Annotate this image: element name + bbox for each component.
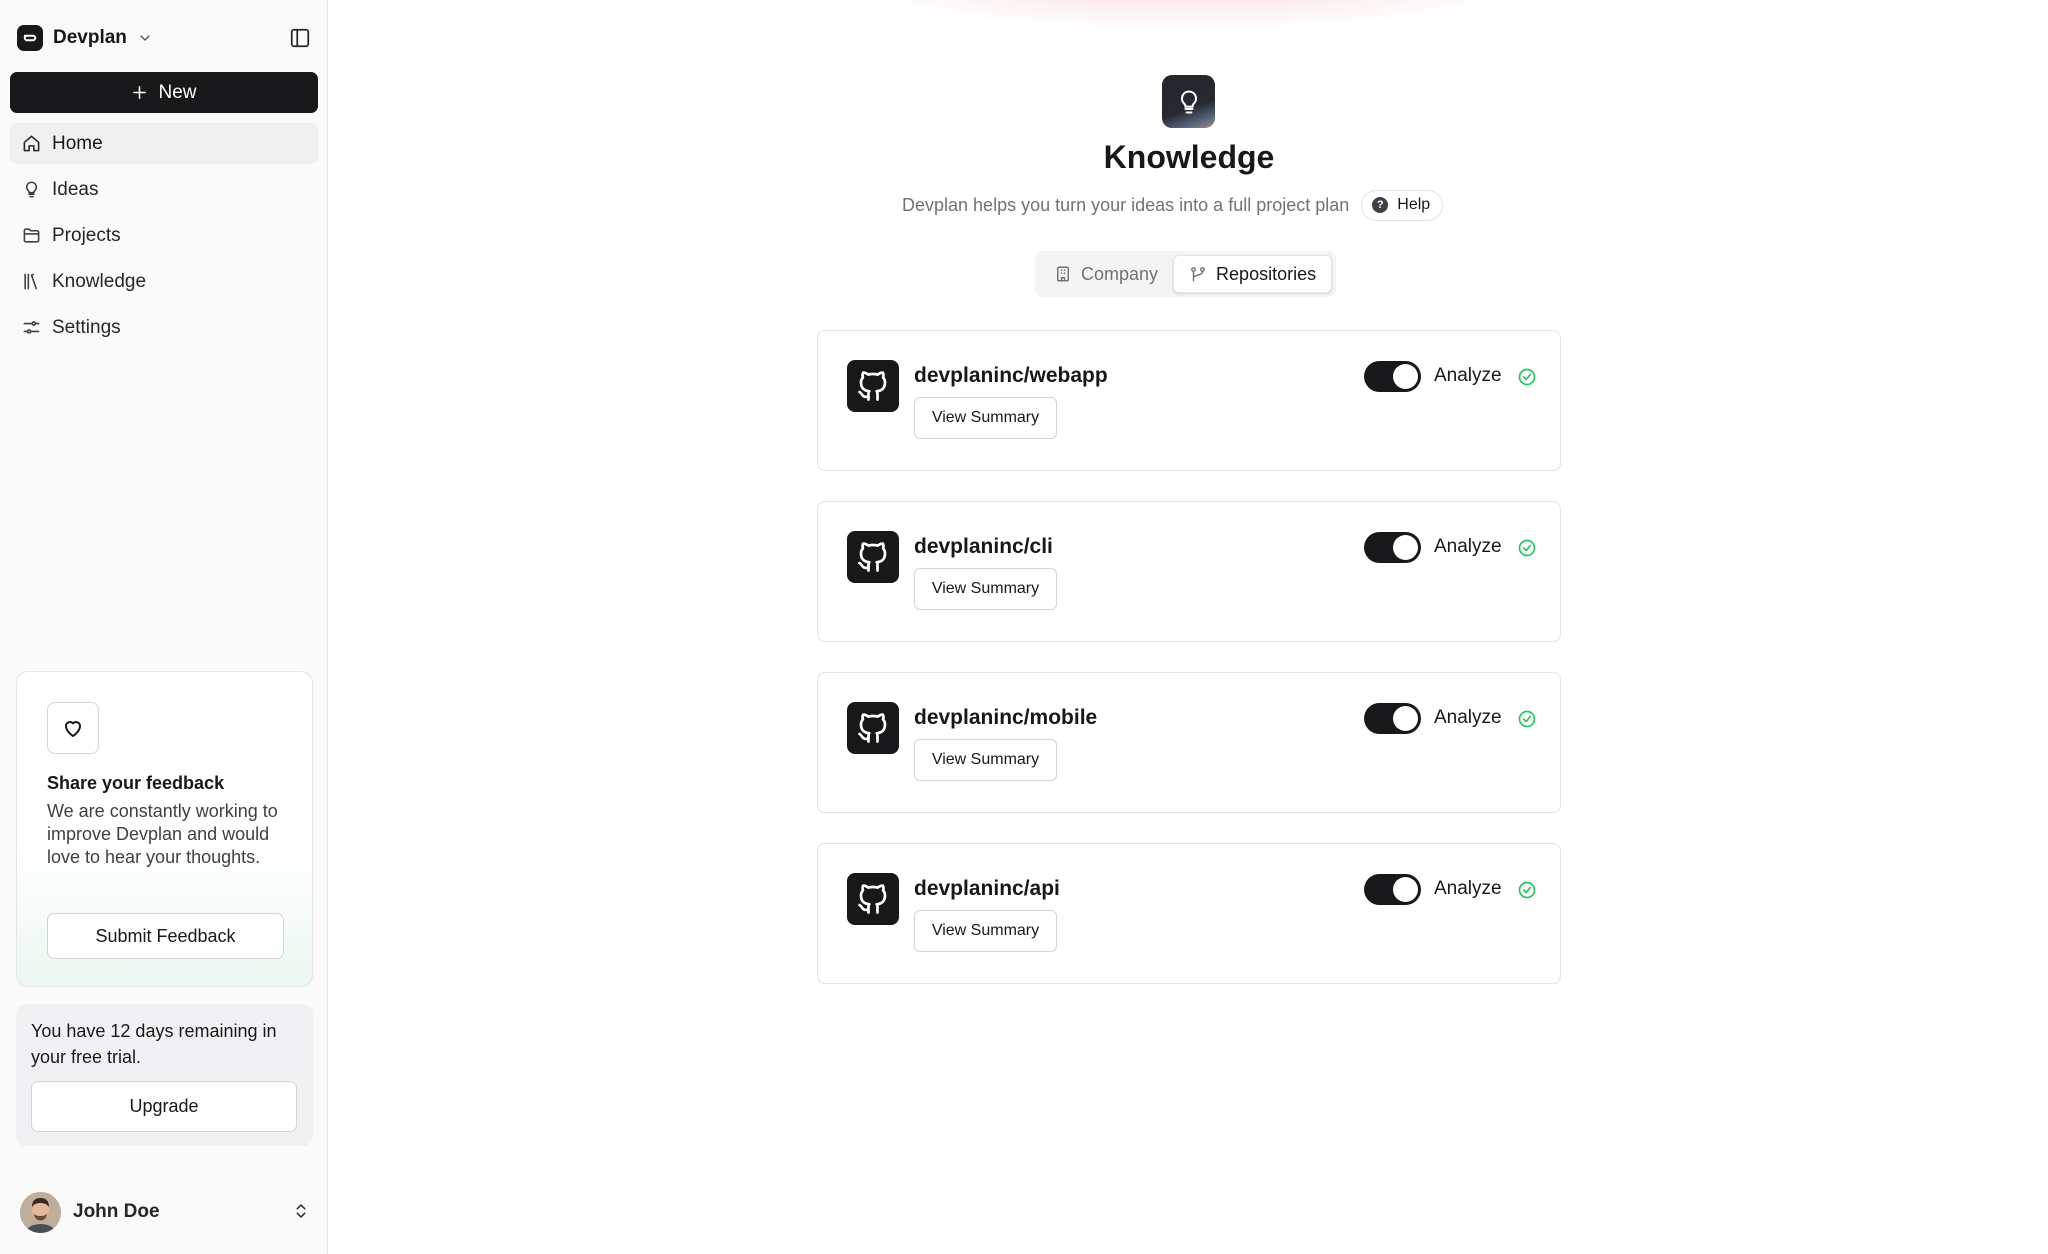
- library-icon: [21, 272, 41, 292]
- analyze-label: Analyze: [1434, 707, 1502, 728]
- settings-sliders-icon: [21, 318, 41, 338]
- plus-icon: [131, 84, 148, 101]
- page-subtitle: Devplan helps you turn your ideas into a…: [902, 194, 1350, 215]
- github-icon: [847, 531, 899, 583]
- workspace-name: Devplan: [53, 27, 127, 48]
- user-menu[interactable]: John Doe: [20, 1191, 310, 1233]
- workspace-switcher[interactable]: Devplan: [17, 24, 153, 52]
- lightbulb-icon: [21, 180, 41, 200]
- check-circle-icon: [1517, 367, 1537, 387]
- subtitle-row: Devplan helps you turn your ideas into a…: [902, 189, 1444, 221]
- submit-feedback-button[interactable]: Submit Feedback: [47, 913, 284, 959]
- home-icon: [21, 134, 41, 154]
- view-summary-button[interactable]: View Summary: [914, 568, 1057, 610]
- github-icon: [847, 873, 899, 925]
- sidebar-item-label: Settings: [52, 316, 121, 338]
- repository-card: devplaninc/webapp View Summary Analyze: [817, 330, 1561, 471]
- toggle-knob: [1393, 877, 1418, 902]
- check-circle-icon: [1517, 538, 1537, 558]
- view-summary-button[interactable]: View Summary: [914, 910, 1057, 952]
- check-circle-icon: [1517, 709, 1537, 729]
- toggle-knob: [1393, 706, 1418, 731]
- new-button-label: New: [158, 81, 197, 103]
- trial-card: You have 12 days remaining in your free …: [16, 1004, 313, 1146]
- feedback-title: Share your feedback: [47, 773, 225, 793]
- header-glow: [829, 0, 1549, 30]
- sidebar-item-label: Projects: [52, 224, 121, 246]
- check-circle-icon: [1517, 880, 1537, 900]
- chevron-down-icon: [137, 30, 153, 46]
- sidebar-item-projects[interactable]: Projects: [10, 215, 318, 256]
- repository-name: devplaninc/api: [914, 877, 1060, 900]
- repository-card: devplaninc/mobile View Summary Analyze: [817, 672, 1561, 813]
- repository-card: devplaninc/cli View Summary Analyze: [817, 501, 1561, 642]
- sidebar-item-settings[interactable]: Settings: [10, 307, 318, 348]
- upgrade-button[interactable]: Upgrade: [31, 1081, 297, 1132]
- tab-repositories[interactable]: Repositories: [1173, 255, 1333, 293]
- sidebar: Devplan New Home Ideas Projects Knowledg…: [0, 0, 328, 1254]
- page-title: Knowledge: [1103, 139, 1275, 175]
- repository-name: devplaninc/cli: [914, 535, 1053, 558]
- github-icon: [847, 360, 899, 412]
- toggle-knob: [1393, 535, 1418, 560]
- github-icon: [847, 702, 899, 754]
- trial-text: You have 12 days remaining in your free …: [31, 1021, 277, 1067]
- building-icon: [1054, 265, 1072, 283]
- avatar: [20, 1191, 61, 1233]
- git-branch-icon: [1189, 265, 1207, 283]
- feedback-card: Share your feedback We are constantly wo…: [16, 671, 313, 987]
- sidebar-item-label: Knowledge: [52, 270, 147, 292]
- sidebar-nav: Home Ideas Projects Knowledge Settings: [10, 123, 318, 353]
- analyze-toggle[interactable]: [1364, 532, 1421, 563]
- sidebar-item-label: Home: [52, 132, 103, 154]
- heart-icon: [47, 702, 99, 754]
- folder-icon: [21, 226, 41, 246]
- tab-label: Company: [1081, 263, 1159, 284]
- analyze-label: Analyze: [1434, 365, 1502, 386]
- sidebar-item-home[interactable]: Home: [10, 123, 318, 164]
- chevron-up-down-icon: [292, 1201, 310, 1221]
- repository-name: devplaninc/webapp: [914, 364, 1108, 387]
- help-label: Help: [1397, 196, 1431, 213]
- analyze-toggle[interactable]: [1364, 703, 1421, 734]
- analyze-label: Analyze: [1434, 536, 1502, 557]
- help-button[interactable]: ? Help: [1361, 189, 1444, 221]
- analyze-toggle[interactable]: [1364, 874, 1421, 905]
- devplan-logo-icon: [17, 25, 43, 51]
- feedback-text: We are constantly working to improve Dev…: [47, 801, 278, 867]
- sidebar-toggle-icon[interactable]: [289, 27, 311, 49]
- sidebar-item-knowledge[interactable]: Knowledge: [10, 261, 318, 302]
- analyze-label: Analyze: [1434, 878, 1502, 899]
- repository-card: devplaninc/api View Summary Analyze: [817, 843, 1561, 984]
- knowledge-tabs: Company Repositories: [1035, 251, 1337, 297]
- toggle-knob: [1393, 364, 1418, 389]
- help-icon: ?: [1372, 197, 1389, 213]
- lightbulb-icon: [1162, 75, 1215, 128]
- analyze-toggle[interactable]: [1364, 361, 1421, 392]
- main-content: Knowledge Devplan helps you turn your id…: [329, 0, 2048, 1254]
- repository-name: devplaninc/mobile: [914, 706, 1098, 729]
- sidebar-item-label: Ideas: [52, 178, 99, 200]
- new-button[interactable]: New: [10, 72, 318, 113]
- sidebar-item-ideas[interactable]: Ideas: [10, 169, 318, 210]
- user-name: John Doe: [73, 1201, 160, 1222]
- tab-label: Repositories: [1216, 263, 1317, 284]
- tab-company[interactable]: Company: [1039, 255, 1173, 293]
- view-summary-button[interactable]: View Summary: [914, 739, 1057, 781]
- view-summary-button[interactable]: View Summary: [914, 397, 1057, 439]
